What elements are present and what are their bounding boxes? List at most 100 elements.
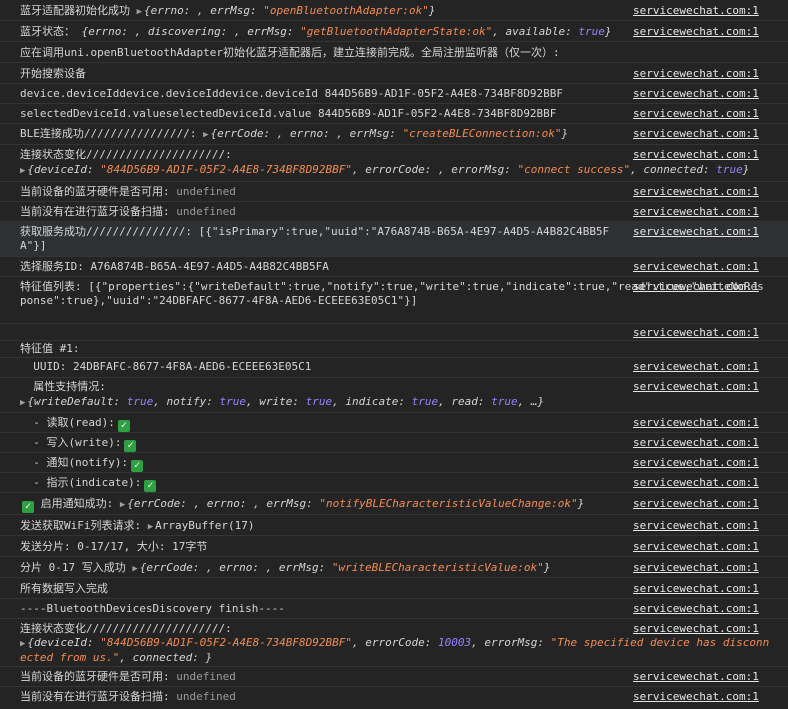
log-entry: selectedDeviceId.valueselectedDeviceId.v… bbox=[0, 104, 788, 124]
log-entry: 当前设备的蓝牙硬件是否可用: undefined servicewechat.c… bbox=[0, 667, 788, 687]
log-object[interactable]: {writeDefault: true, notify: true, write… bbox=[27, 395, 544, 408]
log-object[interactable]: {deviceId: "844D56B9-AD1F-05F2-A4E8-734B… bbox=[20, 636, 769, 664]
source-link[interactable]: servicewechat.com:1 bbox=[633, 107, 759, 121]
source-link[interactable]: servicewechat.com:1 bbox=[633, 622, 759, 636]
log-entry: 选择服务ID: A76A874B-B65A-4E97-A4D5-A4B82C4B… bbox=[0, 257, 788, 277]
log-text: 连接状态变化/////////////////////: bbox=[20, 148, 232, 161]
check-mark-icon: ✓ bbox=[22, 501, 34, 513]
log-text: 蓝牙适配器初始化成功 bbox=[20, 4, 130, 17]
source-link[interactable]: servicewechat.com:1 bbox=[633, 436, 759, 450]
log-entry: 蓝牙适配器初始化成功 ▶ {errno: , errMsg: "openBluet… bbox=[0, 0, 788, 21]
log-entry: 所有数据写入完成 servicewechat.com:1 bbox=[0, 578, 788, 599]
log-text: ----BluetoothDevicesDiscovery finish---- bbox=[20, 602, 285, 615]
check-mark-icon: ✓ bbox=[124, 440, 137, 452]
log-entry: 当前没有在进行蓝牙设备扫描: undefined servicewechat.c… bbox=[0, 202, 788, 222]
source-link[interactable]: servicewechat.com:1 bbox=[633, 670, 759, 684]
log-text: 当前设备的蓝牙硬件是否可用: bbox=[20, 185, 170, 198]
log-entry: 应在调用uni.openBluetoothAdapter初始化蓝牙适配器后，建立… bbox=[0, 42, 788, 63]
log-entry: 当前没有在进行蓝牙设备扫描: undefined servicewechat.c… bbox=[0, 687, 788, 709]
log-text: 当前没有在进行蓝牙设备扫描: bbox=[20, 690, 170, 703]
log-entry: 当前设备的蓝牙硬件是否可用: undefined servicewechat.c… bbox=[0, 182, 788, 202]
source-link[interactable]: servicewechat.com:1 bbox=[633, 148, 759, 162]
log-entry: device.deviceIddevice.deviceIddevice.dev… bbox=[0, 84, 788, 104]
source-link[interactable]: servicewechat.com:1 bbox=[633, 602, 759, 616]
log-entry: - 写入(write): ✓ servicewechat.com:1 bbox=[0, 433, 788, 453]
expand-triangle-icon[interactable]: ▶ bbox=[20, 639, 25, 649]
log-text: 发送分片: 0-17/17, 大小: 17字节 bbox=[20, 540, 208, 553]
check-mark-icon: ✓ bbox=[117, 420, 130, 432]
expand-triangle-icon[interactable]: ▶ bbox=[203, 130, 208, 140]
log-object[interactable]: {errCode: , errno: , errMsg: "notifyBLEC… bbox=[127, 497, 584, 510]
source-link[interactable]: servicewechat.com:1 bbox=[633, 380, 759, 394]
log-text: 当前设备的蓝牙硬件是否可用: bbox=[20, 670, 170, 683]
log-entry: BLE连接成功////////////////: ▶ {errCode: , er… bbox=[0, 124, 788, 145]
source-link[interactable]: servicewechat.com:1 bbox=[633, 280, 759, 294]
source-link[interactable]: servicewechat.com:1 bbox=[633, 519, 759, 533]
log-object[interactable]: {deviceId: "844D56B9-AD1F-05F2-A4E8-734B… bbox=[27, 163, 749, 176]
log-entry: 发送分片: 0-17/17, 大小: 17字节 servicewechat.co… bbox=[0, 536, 788, 557]
log-value: undefined bbox=[176, 690, 236, 703]
source-link[interactable]: servicewechat.com:1 bbox=[633, 185, 759, 199]
log-entry: 开始搜索设备 servicewechat.com:1 bbox=[0, 63, 788, 84]
log-entry: 分片 0-17 写入成功 ▶ {errCode: , errno: , errMs… bbox=[0, 557, 788, 578]
log-text: 属性支持情况: bbox=[20, 380, 106, 393]
source-link[interactable]: servicewechat.com:1 bbox=[633, 540, 759, 554]
source-link[interactable]: servicewechat.com:1 bbox=[633, 690, 759, 704]
log-text: - 通知(notify): bbox=[20, 456, 129, 469]
log-value: undefined bbox=[176, 205, 236, 218]
log-text: 蓝牙状态： bbox=[20, 25, 75, 38]
log-entry: 特征值 #1: bbox=[0, 341, 788, 358]
log-text: device.deviceIddevice.deviceIddevice.dev… bbox=[20, 87, 564, 100]
log-object[interactable]: ArrayBuffer(17) bbox=[155, 519, 254, 532]
expand-triangle-icon[interactable]: ▶ bbox=[148, 522, 153, 532]
source-link[interactable]: servicewechat.com:1 bbox=[633, 4, 759, 18]
log-value: undefined bbox=[176, 185, 236, 198]
expand-triangle-icon[interactable]: ▶ bbox=[20, 398, 25, 408]
log-text: 所有数据写入完成 bbox=[20, 582, 108, 595]
source-link[interactable]: servicewechat.com:1 bbox=[633, 561, 759, 575]
check-mark-icon: ✓ bbox=[131, 460, 144, 472]
log-text: - 指示(indicate): bbox=[20, 476, 142, 489]
log-entry: UUID: 24DBFAFC-8677-4F8A-AED6-ECEEE63E05… bbox=[0, 358, 788, 378]
log-entry: 属性支持情况: servicewechat.com:1 ▶ {writeDefau… bbox=[0, 378, 788, 413]
source-link[interactable]: servicewechat.com:1 bbox=[633, 225, 759, 239]
log-entry: - 通知(notify): ✓ servicewechat.com:1 bbox=[0, 453, 788, 473]
expand-triangle-icon[interactable]: ▶ bbox=[120, 500, 125, 510]
log-text: 获取服务成功///////////////: [{"isPrimary":tru… bbox=[20, 225, 610, 252]
log-entry: 发送获取WiFi列表请求: ▶ ArrayBuffer(17) servicewe… bbox=[0, 515, 788, 536]
log-entry: ----BluetoothDevicesDiscovery finish----… bbox=[0, 599, 788, 619]
log-entry: 特征值列表: [{"properties":{"writeDefault":tr… bbox=[0, 277, 788, 324]
source-link[interactable]: servicewechat.com:1 bbox=[633, 360, 759, 374]
expand-triangle-icon[interactable]: ▶ bbox=[137, 7, 142, 17]
source-link[interactable]: servicewechat.com:1 bbox=[633, 205, 759, 219]
log-object[interactable]: {errno: , discovering: , errMsg: "getBlu… bbox=[82, 25, 612, 38]
log-object[interactable]: {errCode: , errno: , errMsg: "writeBLECh… bbox=[140, 561, 551, 574]
source-link[interactable]: servicewechat.com:1 bbox=[633, 87, 759, 101]
source-link[interactable]: servicewechat.com:1 bbox=[633, 476, 759, 490]
source-link[interactable]: servicewechat.com:1 bbox=[633, 416, 759, 430]
log-text: 选择服务ID: A76A874B-B65A-4E97-A4D5-A4B82C4B… bbox=[20, 260, 329, 273]
source-link[interactable]: servicewechat.com:1 bbox=[633, 326, 759, 340]
log-text: 开始搜索设备 bbox=[20, 67, 86, 80]
source-link[interactable]: servicewechat.com:1 bbox=[633, 260, 759, 274]
log-text: 应在调用uni.openBluetoothAdapter初始化蓝牙适配器后，建立… bbox=[20, 46, 560, 59]
source-link[interactable]: servicewechat.com:1 bbox=[633, 25, 759, 39]
log-object[interactable]: {errCode: , errno: , errMsg: "createBLEC… bbox=[211, 127, 569, 140]
log-text: UUID: 24DBFAFC-8677-4F8A-AED6-ECEEE63E05… bbox=[20, 360, 312, 373]
source-link[interactable]: servicewechat.com:1 bbox=[633, 67, 759, 81]
source-link[interactable]: servicewechat.com:1 bbox=[633, 456, 759, 470]
log-text: 连接状态变化/////////////////////: bbox=[20, 622, 232, 635]
log-text: 当前没有在进行蓝牙设备扫描: bbox=[20, 205, 170, 218]
log-text: 启用通知成功: bbox=[34, 497, 114, 510]
source-link[interactable]: servicewechat.com:1 bbox=[633, 497, 759, 511]
expand-triangle-icon[interactable]: ▶ bbox=[20, 166, 25, 176]
source-link[interactable]: servicewechat.com:1 bbox=[633, 127, 759, 141]
log-object[interactable]: {errno: , errMsg: "openBluetoothAdapter:… bbox=[144, 4, 435, 17]
log-entry: servicewechat.com:1 bbox=[0, 324, 788, 341]
source-link[interactable]: servicewechat.com:1 bbox=[633, 582, 759, 596]
log-text: 分片 0-17 写入成功 bbox=[20, 561, 126, 574]
log-text: - 读取(read): bbox=[20, 416, 115, 429]
log-value: undefined bbox=[176, 670, 236, 683]
log-entry: ✓ 启用通知成功: ▶ {errCode: , errno: , errMsg: … bbox=[0, 493, 788, 515]
expand-triangle-icon[interactable]: ▶ bbox=[132, 564, 137, 574]
